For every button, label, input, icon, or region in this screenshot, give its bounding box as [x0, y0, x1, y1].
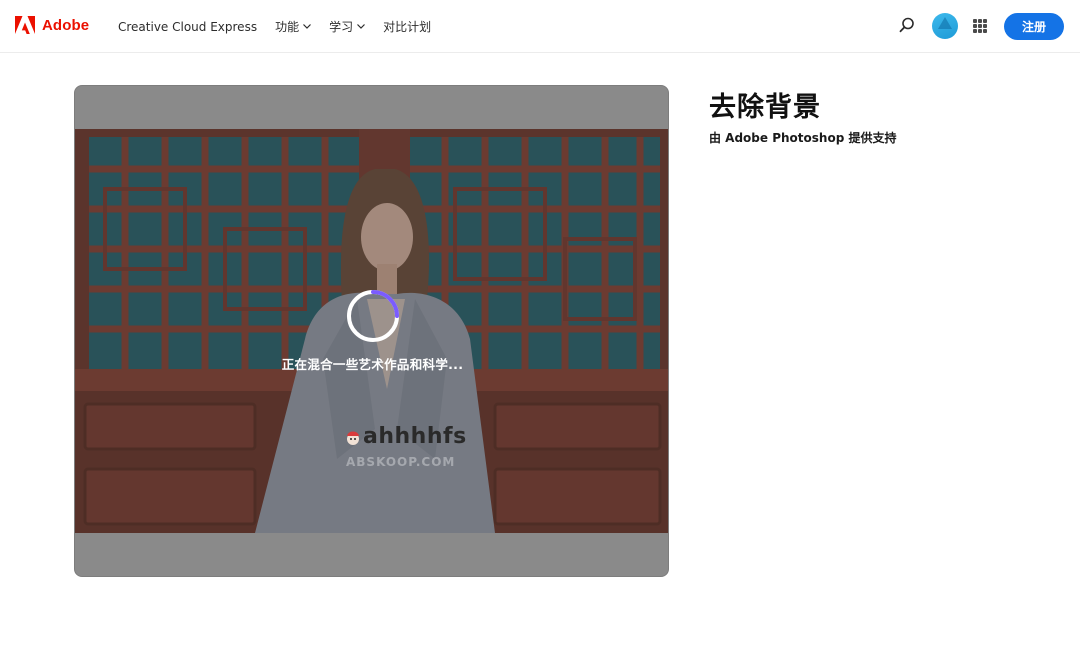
- search-button[interactable]: [899, 17, 915, 37]
- page-title: 去除背景: [709, 92, 821, 123]
- nav-label: 对比计划: [383, 20, 432, 34]
- main-nav: Creative Cloud Express 功能 学习 对比计划: [118, 0, 449, 53]
- watermark-text: ahhhhfs: [363, 424, 467, 449]
- image-preview-panel: 正在混合一些艺术作品和科学... ahhhhfs ABSKOOP.COM: [74, 85, 669, 577]
- nav-item-learn[interactable]: 学习: [329, 18, 366, 35]
- chevron-down-icon: [303, 24, 312, 29]
- nav-label: 功能: [275, 20, 300, 34]
- brand-name: Adobe: [42, 16, 90, 34]
- apps-grid-icon: [973, 19, 977, 23]
- nav-label: 学习: [329, 20, 354, 34]
- nav-item-compare-plans[interactable]: 对比计划: [383, 18, 431, 35]
- watermark-subtext: ABSKOOP.COM: [346, 455, 456, 469]
- loading-message: 正在混合一些艺术作品和科学...: [281, 357, 464, 372]
- loading-spinner-icon: [347, 290, 399, 342]
- user-avatar[interactable]: [932, 13, 958, 39]
- nav-item-creative-cloud-express[interactable]: Creative Cloud Express: [118, 20, 257, 34]
- adobe-logo-icon: [15, 16, 35, 34]
- watermark-mascot-icon: [347, 431, 359, 445]
- signup-button[interactable]: 注册: [1004, 13, 1064, 40]
- adobe-logo[interactable]: Adobe: [15, 16, 89, 34]
- powered-by-text: 由 Adobe Photoshop 提供支持: [709, 131, 897, 145]
- watermark: ahhhhfs: [345, 424, 467, 449]
- nav-label: Creative Cloud Express: [118, 19, 258, 34]
- chevron-down-icon: [357, 24, 366, 29]
- search-icon: [899, 17, 914, 33]
- top-navigation-bar: Adobe Creative Cloud Express 功能 学习 对比计划 …: [0, 0, 1080, 53]
- nav-item-features[interactable]: 功能: [275, 18, 312, 35]
- apps-grid-button[interactable]: [973, 19, 987, 33]
